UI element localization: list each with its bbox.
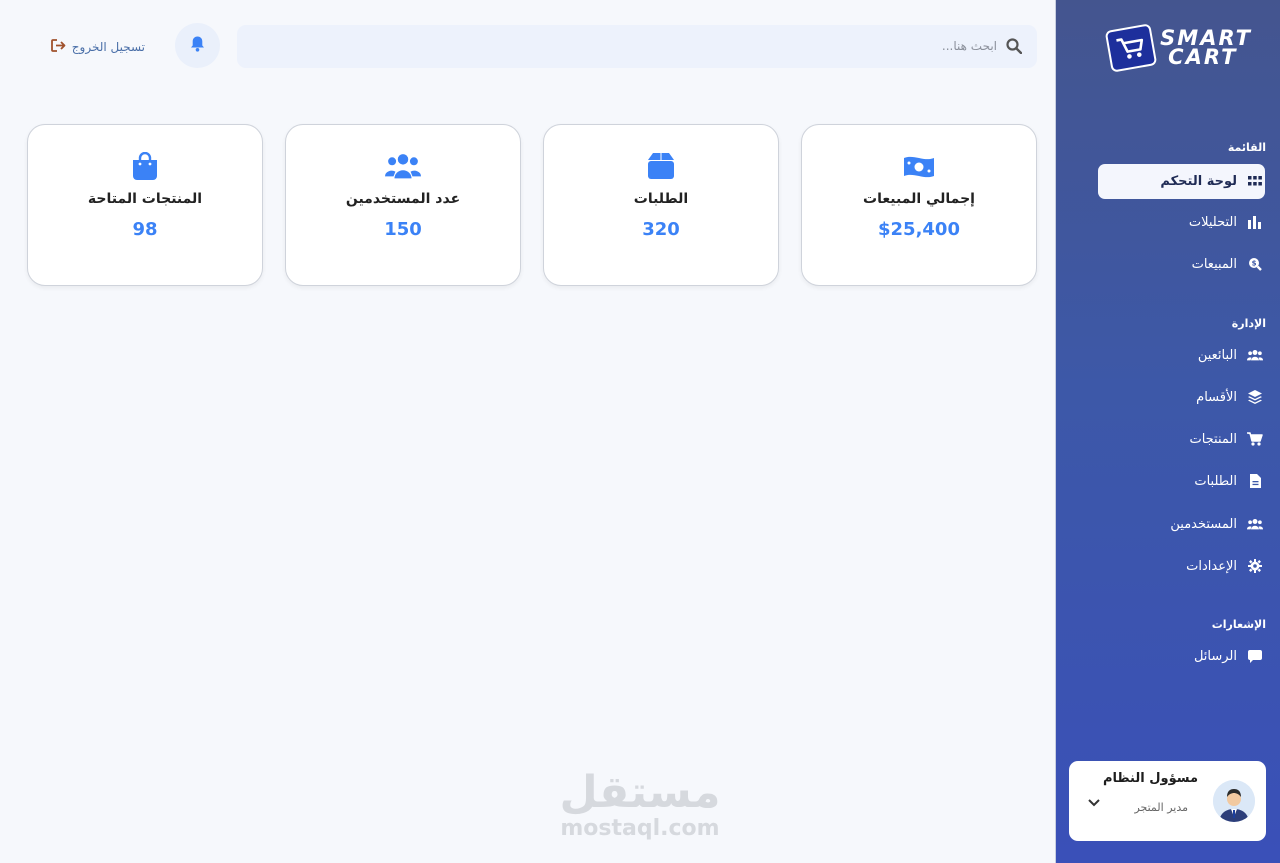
cart-icon: [1247, 431, 1263, 447]
stat-card-products: المنتجات المتاحة 98: [27, 124, 263, 286]
sidebar-item-label: الأقسام: [1196, 390, 1237, 405]
stat-value: 150: [384, 219, 422, 240]
sidebar-item-label: المبيعات: [1191, 257, 1237, 272]
sidebar-item-products[interactable]: المنتجات: [1098, 422, 1265, 457]
sidebar-item-users[interactable]: المستخدمين: [1098, 507, 1265, 542]
sidebar-item-sellers[interactable]: البائعين: [1098, 338, 1265, 373]
sidebar-item-label: الطلبات: [1194, 474, 1237, 489]
notifications-button[interactable]: [175, 23, 220, 68]
gear-icon: [1247, 558, 1263, 574]
stat-label: الطلبات: [633, 191, 689, 207]
search-input[interactable]: [297, 35, 997, 57]
stat-label: عدد المستخدمين: [345, 191, 461, 207]
section-title-notifications: الإشعارات: [1211, 618, 1266, 631]
logout-label: تسجيل الخروج: [71, 40, 145, 54]
stat-card-users: عدد المستخدمين 150: [285, 124, 521, 286]
logout-icon: [50, 39, 66, 55]
sidebar-item-label: التحليلات: [1188, 215, 1237, 230]
watermark-latin: mostaql.com: [560, 816, 720, 841]
bag-icon: [127, 151, 163, 181]
sidebar-item-messages[interactable]: الرسائل: [1098, 639, 1265, 674]
user-profile-card[interactable]: مسؤول النظام مدير المتجر: [1069, 761, 1266, 841]
bell-icon: [190, 36, 205, 56]
sidebar-item-label: لوحة التحكم: [1160, 174, 1237, 189]
layers-icon: [1247, 389, 1263, 405]
sidebar-item-label: الإعدادات: [1186, 559, 1237, 574]
watermark-arabic: مستقل: [559, 767, 721, 818]
users-icon: [1247, 516, 1263, 532]
bar-chart-icon: [1247, 214, 1263, 230]
svg-text:$: $: [1252, 260, 1257, 268]
app-root: SMART CART القائمة لوحة التحكم التحليلات…: [0, 0, 1280, 863]
sidebar: SMART CART القائمة لوحة التحكم التحليلات…: [1055, 0, 1280, 863]
search-icon: [1006, 38, 1023, 55]
money-icon: [901, 151, 937, 181]
stat-label: إجمالي المبيعات: [863, 191, 975, 207]
sidebar-item-orders[interactable]: الطلبات: [1098, 464, 1265, 499]
stat-value: 320: [642, 219, 680, 240]
search-bar: [237, 25, 1037, 68]
stat-label: المنتجات المتاحة: [87, 191, 203, 207]
chevron-down-icon[interactable]: [1085, 793, 1101, 809]
sidebar-item-label: الرسائل: [1193, 649, 1237, 664]
users-icon: [1247, 347, 1263, 363]
sidebar-item-label: المستخدمين: [1170, 517, 1237, 532]
watermark: مستقل mostaql.com: [540, 767, 740, 842]
section-title-management: الإدارة: [1231, 317, 1266, 330]
stat-value: 98: [132, 219, 158, 240]
logout-link[interactable]: تسجيل الخروج: [40, 37, 145, 57]
sidebar-item-settings[interactable]: الإعدادات: [1098, 549, 1265, 584]
stat-card-total-sales: إجمالي المبيعات $25,400: [801, 124, 1037, 286]
avatar: [1213, 780, 1255, 822]
brand-logo[interactable]: SMART CART: [1102, 23, 1252, 73]
message-icon: [1247, 648, 1263, 664]
sidebar-item-sales[interactable]: $ المبيعات: [1098, 247, 1265, 282]
file-icon: [1247, 473, 1263, 489]
brand-line-2: CART: [1168, 45, 1238, 69]
sidebar-item-dashboard[interactable]: لوحة التحكم: [1098, 164, 1265, 199]
brand-text: SMART CART: [1160, 28, 1252, 69]
sidebar-item-categories[interactable]: الأقسام: [1098, 380, 1265, 415]
user-name: مسؤول النظام: [1102, 771, 1198, 786]
box-icon: [643, 151, 679, 181]
stat-card-orders: الطلبات 320: [543, 124, 779, 286]
sidebar-item-label: المنتجات: [1189, 432, 1237, 447]
sidebar-item-label: البائعين: [1197, 348, 1237, 363]
section-title-menu: القائمة: [1227, 141, 1266, 154]
user-role: مدير المتجر: [1134, 801, 1188, 814]
stat-value: $25,400: [878, 219, 960, 240]
sidebar-item-analytics[interactable]: التحليلات: [1098, 205, 1265, 240]
grid-icon: [1247, 173, 1263, 189]
search-dollar-icon: $: [1247, 256, 1263, 272]
cart-logo-icon: [1104, 23, 1158, 73]
users-icon: [385, 151, 421, 181]
